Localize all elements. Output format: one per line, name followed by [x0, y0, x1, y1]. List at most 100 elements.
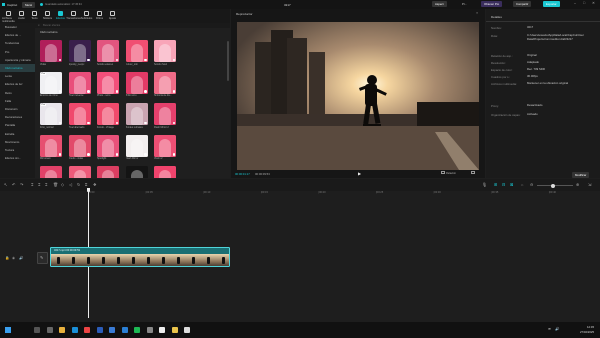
effect-item[interactable]: Sinfonía de dis... — [154, 71, 176, 99]
edge-icon[interactable] — [71, 327, 78, 333]
freeze-icon[interactable]: ❖ — [93, 182, 97, 187]
split-right-icon[interactable]: ⌶ — [45, 182, 47, 187]
sidebar-item[interactable]: Pro — [0, 48, 35, 56]
timeline[interactable]: 00:00 |00:05 |00:10 |00:15 |00:20 |00:25 |00:3… — [0, 188, 600, 321]
preview-axis-icon[interactable]: ⇔ — [520, 182, 524, 187]
hide-track-icon[interactable]: ◉ — [12, 256, 15, 260]
menu-button[interactable]: Menú — [22, 1, 36, 8]
mute-track-icon[interactable]: 🔊 — [19, 256, 23, 260]
effect-item[interactable]: Colour_ortn — [125, 40, 148, 67]
download-icon[interactable] — [87, 90, 90, 93]
link-icon[interactable]: ⊠ — [510, 182, 513, 187]
zoom-slider[interactable] — [537, 183, 573, 188]
effect-item[interactable]: Spooky_neopx — [68, 40, 91, 67]
player-menu-icon[interactable]: ≡ — [476, 11, 478, 15]
tab-adjust[interactable]: Ajuste — [106, 9, 119, 23]
minimize-icon[interactable]: – — [574, 1, 576, 5]
task-view-icon[interactable] — [46, 327, 53, 333]
pro-button[interactable]: Pr... — [459, 1, 470, 7]
video-clip[interactable]: 3217.mp4 00:00:09:53 — [50, 247, 230, 267]
download-icon[interactable] — [87, 121, 90, 124]
effect-item[interactable]: Brillo retro — [125, 71, 148, 99]
effect-item[interactable]: Disparo — [125, 166, 148, 178]
download-icon[interactable] — [144, 90, 147, 93]
redo-icon[interactable]: ↷ — [20, 182, 23, 187]
fullscreen-screen-icon[interactable] — [441, 171, 445, 174]
sidebar-item[interactable]: Estrella — [0, 129, 35, 137]
sidebar-item[interactable]: Efectos de ... — [0, 31, 35, 39]
download-icon[interactable] — [115, 90, 118, 93]
effect-item[interactable]: Bordes retinales — [125, 103, 148, 130]
download-icon[interactable] — [115, 58, 118, 61]
tab-text[interactable]: Texto — [28, 9, 41, 23]
download-icon[interactable] — [172, 90, 175, 93]
files-icon[interactable] — [59, 327, 65, 333]
rotate-icon[interactable]: ↻ — [77, 182, 80, 187]
sidebar-item[interactable]: Efectos sin... — [0, 154, 35, 162]
lock-track-icon[interactable]: 🔒 — [5, 256, 9, 260]
effect-item[interactable]: Vintage — [97, 166, 119, 178]
volume-icon[interactable]: 🔊 — [555, 327, 559, 331]
effect-item[interactable]: Spotlight — [97, 134, 119, 162]
wifi-icon[interactable]: ≋ — [548, 327, 551, 331]
split-left-icon[interactable]: ⌶ — [38, 182, 40, 187]
app-icon[interactable] — [184, 327, 190, 333]
download-icon[interactable] — [58, 90, 61, 93]
microphone-icon[interactable]: 🎙 — [482, 182, 487, 187]
sidebar-item[interactable]: Pantalla — [0, 121, 35, 129]
download-icon[interactable] — [115, 121, 118, 124]
crop-icon[interactable]: ⌗ — [85, 182, 87, 187]
upgrade-pro-button[interactable]: Obtener Pro — [481, 1, 503, 7]
main-track-magnet-icon[interactable]: ⊞ — [494, 182, 497, 187]
chrome-icon[interactable] — [84, 327, 90, 333]
download-icon[interactable] — [144, 121, 147, 124]
layout-button[interactable]: Aspect — [432, 1, 447, 7]
sidebar-item[interactable]: Apariencia y cámara — [0, 56, 35, 64]
cover-thumbnail[interactable]: ✎ — [37, 252, 48, 264]
effect-item[interactable]: Fondo - Vintage — [97, 103, 119, 130]
download-icon[interactable] — [115, 153, 118, 156]
download-icon[interactable] — [58, 58, 61, 61]
store-icon[interactable] — [109, 327, 115, 333]
effect-item[interactable]: Pro Entorno de ritmo — [40, 71, 62, 99]
select-tool-icon[interactable]: ↖ — [4, 182, 7, 187]
mail-icon[interactable] — [121, 327, 128, 333]
effect-item[interactable]: Pixel moveme — [68, 71, 91, 99]
effect-item[interactable]: Dolor de estreno — [154, 166, 176, 178]
effect-item[interactable]: Fuego 3 — [68, 166, 91, 178]
split-icon[interactable]: ⌶ — [31, 182, 33, 187]
download-icon[interactable] — [172, 58, 175, 61]
playhead-handle[interactable] — [86, 188, 91, 192]
sidebar-item[interactable]: Efectos de luz — [0, 80, 35, 88]
sidebar-item[interactable]: Movimiento — [0, 138, 35, 146]
ratio-button[interactable]: Relación — [446, 172, 456, 175]
shield-icon[interactable]: ◇ — [61, 182, 64, 187]
tab-subtitle[interactable]: Subtítulos — [80, 9, 93, 23]
settings-icon[interactable] — [146, 327, 153, 333]
download-icon[interactable] — [87, 58, 90, 61]
zoom-in-icon[interactable]: ⊕ — [576, 182, 579, 187]
effect-item[interactable]: Pro Frito_normal — [40, 103, 62, 130]
effect-item[interactable]: Mirrorsam — [40, 134, 62, 162]
time-ruler[interactable]: 00:00 |00:05 |00:10 |00:15 |00:20 |00:25 |00:3… — [0, 191, 600, 197]
sidebar-item[interactable]: Textura — [0, 146, 35, 154]
effect-item[interactable]: Sonido Soul — [154, 40, 176, 67]
effect-item[interactable]: Montonoima 8 — [40, 166, 62, 178]
maximize-icon[interactable]: □ — [583, 1, 585, 5]
download-icon[interactable] — [172, 121, 175, 124]
undo-icon[interactable]: ↶ — [12, 182, 15, 187]
tab-audio[interactable]: Audio — [15, 9, 28, 23]
effect-item[interactable]: Flash Mirror — [125, 134, 148, 162]
capcut-icon[interactable] — [159, 327, 165, 333]
tab-sticker[interactable]: Stickers — [41, 9, 54, 23]
download-icon[interactable] — [87, 153, 90, 156]
search-bar[interactable]: ⌕ Buscar efectos — [35, 23, 230, 28]
delete-icon[interactable]: 🗑 — [53, 182, 58, 187]
sidebar-item[interactable]: Decoraciones — [0, 113, 35, 121]
sidebar-item[interactable]: Retro — [0, 89, 35, 97]
search-icon[interactable] — [34, 327, 40, 333]
windows-start-icon[interactable] — [5, 327, 11, 333]
snap-icon[interactable]: ⊟ — [502, 182, 505, 187]
close-icon[interactable]: ✕ — [592, 1, 595, 5]
sidebar-item[interactable]: Buscador — [0, 23, 35, 31]
